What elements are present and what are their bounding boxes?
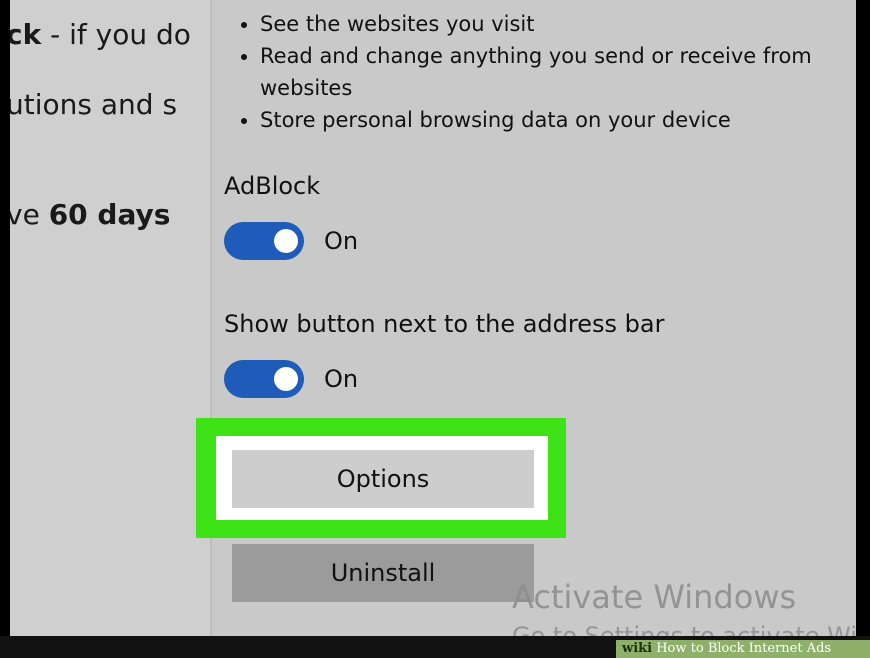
adblock-toggle[interactable] <box>224 222 304 260</box>
screen: ck - if you do utions and s ve 60 days S… <box>10 0 856 636</box>
adblock-toggle-state: On <box>324 227 359 255</box>
background-text-line-3: ve 60 days <box>10 198 171 231</box>
wiki-brand: wiki <box>622 641 653 656</box>
toggle-knob <box>274 229 298 253</box>
permission-item: Read and change anything you send or rec… <box>260 40 820 104</box>
activate-windows-title: Activate Windows <box>512 578 797 616</box>
background-text-line-2: utions and s <box>10 88 178 121</box>
show-button-title: Show button next to the address bar <box>224 310 665 338</box>
permissions-list: See the websites you visit Read and chan… <box>240 8 820 136</box>
wikihow-banner: wiki How to Block Internet Ads <box>616 640 870 658</box>
adblock-title: AdBlock <box>224 172 321 200</box>
permission-item: See the websites you visit <box>260 8 820 40</box>
background-text-line-1: ck - if you do <box>10 18 191 51</box>
toggle-knob <box>274 367 298 391</box>
wiki-title: How to Block Internet Ads <box>656 641 832 656</box>
options-button[interactable]: Options <box>232 450 534 508</box>
uninstall-button[interactable]: Uninstall <box>232 544 534 602</box>
permission-item: Store personal browsing data on your dev… <box>260 104 820 136</box>
show-button-toggle-state: On <box>324 365 359 393</box>
activate-windows-subtitle: Go to Settings to activate Windows. <box>512 622 856 636</box>
show-button-toggle[interactable] <box>224 360 304 398</box>
background-page: ck - if you do utions and s ve 60 days <box>10 0 210 636</box>
extension-settings-panel: See the websites you visit Read and chan… <box>210 0 856 636</box>
